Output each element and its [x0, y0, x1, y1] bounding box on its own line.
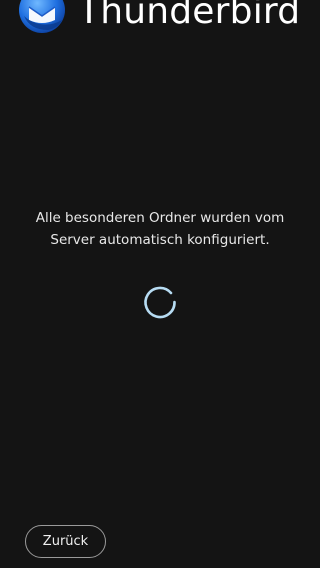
back-button[interactable]: Zurück	[25, 525, 106, 558]
thunderbird-logo-icon	[19, 0, 65, 33]
app-header: Thunderbird	[0, 0, 320, 40]
app-title: Thunderbird	[78, 0, 301, 32]
status-message: Alle besonderen Ordner wurden vom Server…	[35, 210, 285, 248]
spinner-arc	[144, 286, 176, 319]
loading-spinner-icon	[144, 286, 176, 319]
